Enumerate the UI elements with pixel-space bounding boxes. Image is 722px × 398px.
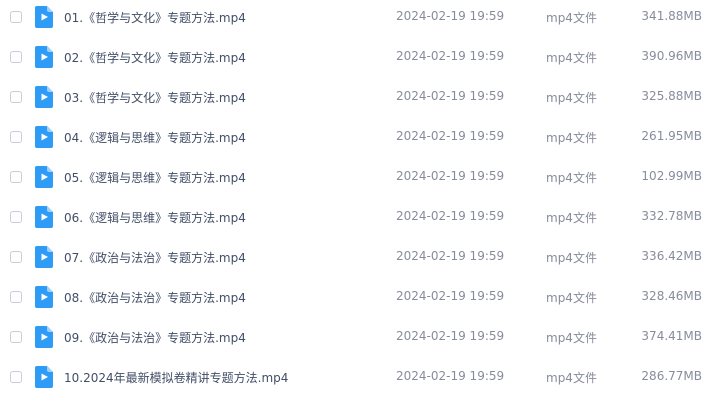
file-modified-date: 2024-02-19 19:59: [396, 49, 505, 63]
file-modified-date: 2024-02-19 19:59: [396, 169, 505, 183]
row-checkbox[interactable]: [10, 371, 22, 383]
file-modified-date: 2024-02-19 19:59: [396, 249, 505, 263]
file-modified-date: 2024-02-19 19:59: [396, 129, 505, 143]
file-modified-date: 2024-02-19 19:59: [396, 329, 505, 343]
video-file-icon: [35, 286, 53, 308]
file-name[interactable]: 05.《逻辑与思维》专题方法.mp4: [64, 169, 246, 186]
file-row[interactable]: 10.2024年最新模拟卷精讲专题方法.mp4 2024-02-19 19:59…: [0, 358, 722, 398]
video-file-icon: [35, 366, 53, 388]
video-file-icon: [35, 6, 53, 28]
file-size: 102.99MB: [641, 169, 702, 183]
file-row[interactable]: 04.《逻辑与思维》专题方法.mp4 2024-02-19 19:59 mp4文…: [0, 118, 722, 158]
row-checkbox[interactable]: [10, 51, 22, 63]
file-type: mp4文件: [546, 171, 597, 185]
file-name[interactable]: 02.《哲学与文化》专题方法.mp4: [64, 49, 246, 66]
file-name[interactable]: 08.《政治与法治》专题方法.mp4: [64, 289, 246, 306]
file-size: 332.78MB: [641, 209, 702, 223]
file-name[interactable]: 03.《哲学与文化》专题方法.mp4: [64, 89, 246, 106]
video-file-icon: [35, 86, 53, 108]
row-checkbox[interactable]: [10, 171, 22, 183]
file-modified-date: 2024-02-19 19:59: [396, 9, 505, 23]
file-type: mp4文件: [546, 91, 597, 105]
row-checkbox[interactable]: [10, 91, 22, 103]
video-file-icon: [35, 246, 53, 268]
file-type: mp4文件: [546, 11, 597, 25]
file-name[interactable]: 10.2024年最新模拟卷精讲专题方法.mp4: [64, 369, 288, 386]
row-checkbox[interactable]: [10, 331, 22, 343]
file-row[interactable]: 01.《哲学与文化》专题方法.mp4 2024-02-19 19:59 mp4文…: [0, 0, 722, 38]
file-size: 286.77MB: [641, 369, 702, 383]
file-size: 341.88MB: [641, 9, 702, 23]
file-size: 374.41MB: [641, 329, 702, 343]
file-type: mp4文件: [546, 291, 597, 305]
file-type: mp4文件: [546, 371, 597, 385]
file-type: mp4文件: [546, 331, 597, 345]
row-checkbox[interactable]: [10, 291, 22, 303]
file-name[interactable]: 09.《政治与法治》专题方法.mp4: [64, 329, 246, 346]
file-size: 261.95MB: [641, 129, 702, 143]
file-modified-date: 2024-02-19 19:59: [396, 89, 505, 103]
file-size: 336.42MB: [641, 249, 702, 263]
file-type: mp4文件: [546, 211, 597, 225]
row-checkbox[interactable]: [10, 251, 22, 263]
file-row[interactable]: 06.《逻辑与思维》专题方法.mp4 2024-02-19 19:59 mp4文…: [0, 198, 722, 238]
file-row[interactable]: 05.《逻辑与思维》专题方法.mp4 2024-02-19 19:59 mp4文…: [0, 158, 722, 198]
file-type: mp4文件: [546, 51, 597, 65]
file-size: 328.46MB: [641, 289, 702, 303]
file-type: mp4文件: [546, 131, 597, 145]
file-name[interactable]: 06.《逻辑与思维》专题方法.mp4: [64, 209, 246, 226]
file-type: mp4文件: [546, 251, 597, 265]
video-file-icon: [35, 166, 53, 188]
file-name[interactable]: 07.《政治与法治》专题方法.mp4: [64, 249, 246, 266]
row-checkbox[interactable]: [10, 211, 22, 223]
file-name[interactable]: 01.《哲学与文化》专题方法.mp4: [64, 9, 246, 26]
file-size: 325.88MB: [641, 89, 702, 103]
file-row[interactable]: 07.《政治与法治》专题方法.mp4 2024-02-19 19:59 mp4文…: [0, 238, 722, 278]
file-modified-date: 2024-02-19 19:59: [396, 289, 505, 303]
row-checkbox[interactable]: [10, 131, 22, 143]
video-file-icon: [35, 126, 53, 148]
file-row[interactable]: 03.《哲学与文化》专题方法.mp4 2024-02-19 19:59 mp4文…: [0, 78, 722, 118]
file-row[interactable]: 08.《政治与法治》专题方法.mp4 2024-02-19 19:59 mp4文…: [0, 278, 722, 318]
file-modified-date: 2024-02-19 19:59: [396, 369, 505, 383]
file-size: 390.96MB: [641, 49, 702, 63]
video-file-icon: [35, 206, 53, 228]
file-row[interactable]: 09.《政治与法治》专题方法.mp4 2024-02-19 19:59 mp4文…: [0, 318, 722, 358]
video-file-icon: [35, 46, 53, 68]
file-name[interactable]: 04.《逻辑与思维》专题方法.mp4: [64, 129, 246, 146]
file-row[interactable]: 02.《哲学与文化》专题方法.mp4 2024-02-19 19:59 mp4文…: [0, 38, 722, 78]
video-file-icon: [35, 326, 53, 348]
file-modified-date: 2024-02-19 19:59: [396, 209, 505, 223]
file-list: 01.《哲学与文化》专题方法.mp4 2024-02-19 19:59 mp4文…: [0, 0, 722, 398]
row-checkbox[interactable]: [10, 11, 22, 23]
